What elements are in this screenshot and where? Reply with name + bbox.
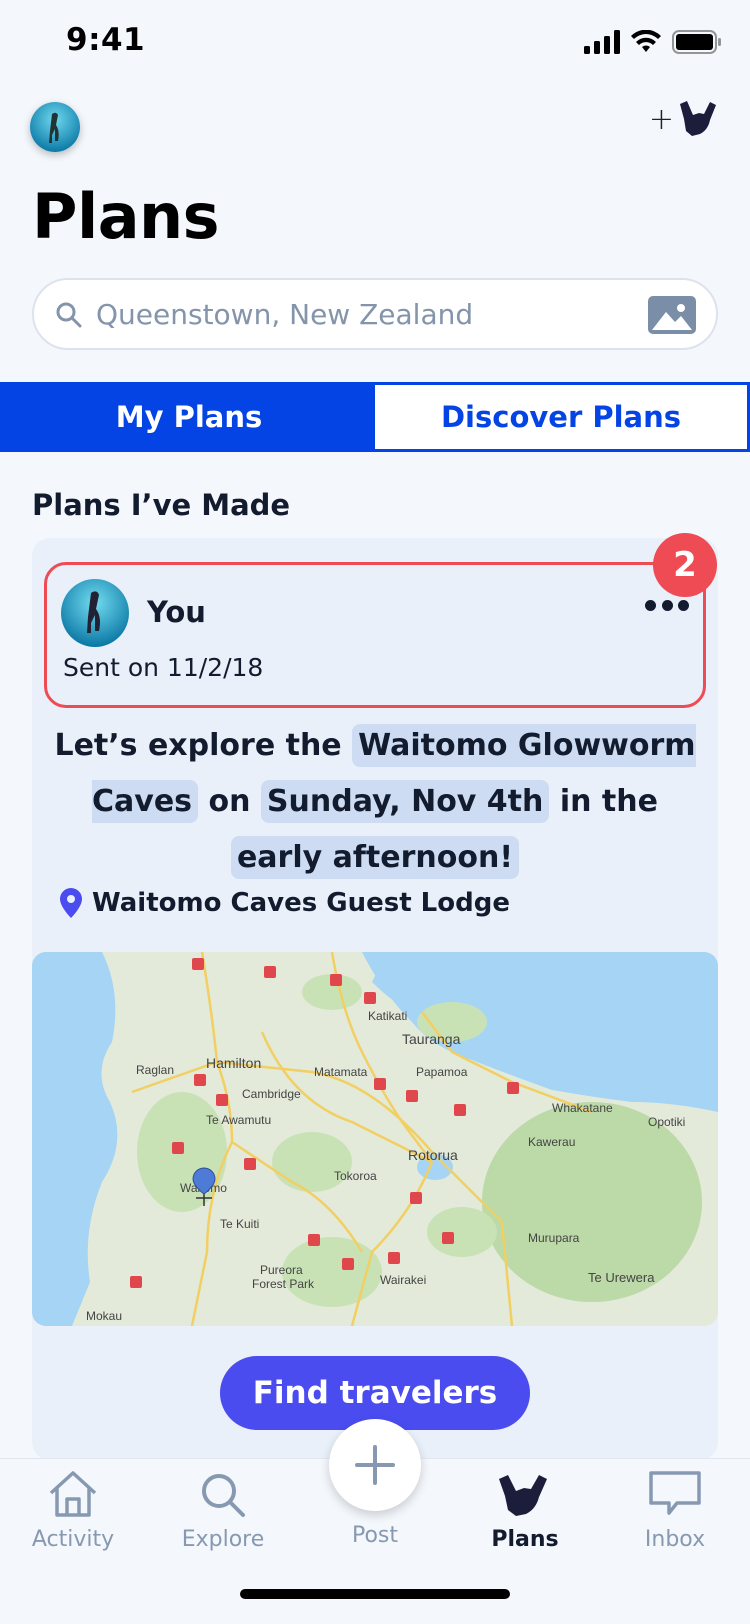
profile-avatar[interactable] [30,102,80,152]
plan-text-part: in the [559,784,658,819]
location-row[interactable]: Waitomo Caves Guest Lodge [60,888,510,918]
map-label: Opotiki [648,1115,685,1129]
map-canvas: Hamilton Tauranga Raglan Matamata Papamo… [32,952,718,1326]
plan-text-part: Let’s explore the [54,728,342,763]
chat-bubble-icon [649,1471,701,1515]
sender-avatar[interactable] [61,579,129,647]
plan-time[interactable]: early afternoon! [230,836,520,879]
search-icon [202,1474,245,1517]
tab-discover-plans[interactable]: Discover Plans [375,385,747,449]
status-bar: 9:41 [0,0,750,88]
home-icon [49,1471,97,1517]
map-label: Kawerau [528,1135,575,1149]
search-input[interactable] [96,298,656,331]
map-label: Pureora [260,1263,303,1277]
map-label: Whakatane [552,1101,613,1115]
status-icons [584,30,722,54]
search-icon [56,302,82,328]
more-options-icon[interactable] [645,595,689,615]
map-label: Hamilton [206,1055,261,1071]
section-title: Plans I’ve Made [32,488,291,522]
page-title: Plans [32,180,220,253]
post-button[interactable] [329,1419,421,1511]
battery-icon [672,30,721,54]
add-plan-button[interactable]: + [649,98,718,140]
search-bar[interactable] [32,278,718,350]
sent-date: Sent on 11/2/18 [63,653,264,682]
bottom-navigation: Activity Explore Post Plans Inbox [0,1419,750,1624]
image-search-icon[interactable] [648,296,696,334]
tab-my-plans[interactable]: My Plans [3,385,375,449]
plans-tabs: My Plans Discover Plans [0,382,750,452]
location-pin-icon [60,888,82,918]
nav-label: Post [351,1523,399,1548]
map-label: Tauranga [402,1031,461,1047]
plus-icon: + [648,101,674,137]
avatar-image [61,579,129,647]
map-label: Forest Park [252,1277,315,1291]
map-label: Raglan [136,1063,174,1077]
map-label: Te Awamutu [206,1113,271,1127]
home-indicator [240,1589,510,1599]
nav-inbox[interactable]: Inbox [610,1469,740,1552]
plus-icon [355,1445,395,1485]
map-label: Rotorua [408,1147,458,1163]
map-label: Katikati [368,1009,407,1023]
map-label: Murupara [528,1231,580,1245]
nav-label: Inbox [644,1527,706,1552]
sender-name: You [147,595,206,629]
image-icon [652,304,692,330]
map-label: Te Urewera [588,1270,655,1285]
plan-header[interactable]: 2 You Sent on 11/2/18 [44,533,717,708]
nav-label: Plans [491,1527,559,1552]
nav-post[interactable]: Post [310,1519,440,1548]
nav-label: Activity [31,1527,115,1552]
location-map[interactable]: Hamilton Tauranga Raglan Matamata Papamo… [32,952,718,1326]
nav-explore[interactable]: Explore [158,1469,288,1552]
notification-badge: 2 [653,533,717,597]
location-name: Waitomo Caves Guest Lodge [92,888,510,918]
map-label: Mokau [86,1309,122,1323]
map-label: Cambridge [242,1087,301,1101]
nav-activity[interactable]: Activity [8,1469,138,1552]
shaka-icon [499,1475,547,1516]
nav-plans[interactable]: Plans [460,1469,590,1552]
map-label: Tokoroa [334,1169,377,1183]
map-label: Wairakei [380,1273,426,1287]
plan-card[interactable]: 2 You Sent on 11/2/18 Let’s explore the … [32,533,718,1460]
map-label: Te Kuiti [220,1217,259,1231]
plan-description: Let’s explore the Waitomo Glowworm Caves… [52,718,698,886]
wifi-icon [631,30,661,52]
plan-date[interactable]: Sunday, Nov 4th [260,780,550,823]
nav-label: Explore [181,1527,265,1552]
map-label: Matamata [314,1065,368,1079]
shaka-hand-icon [680,101,716,136]
map-label: Papamoa [416,1065,468,1079]
status-time: 9:41 [66,22,146,58]
plan-text-part: on [208,784,251,819]
cellular-signal-icon [584,30,620,54]
avatar-image [30,102,80,152]
